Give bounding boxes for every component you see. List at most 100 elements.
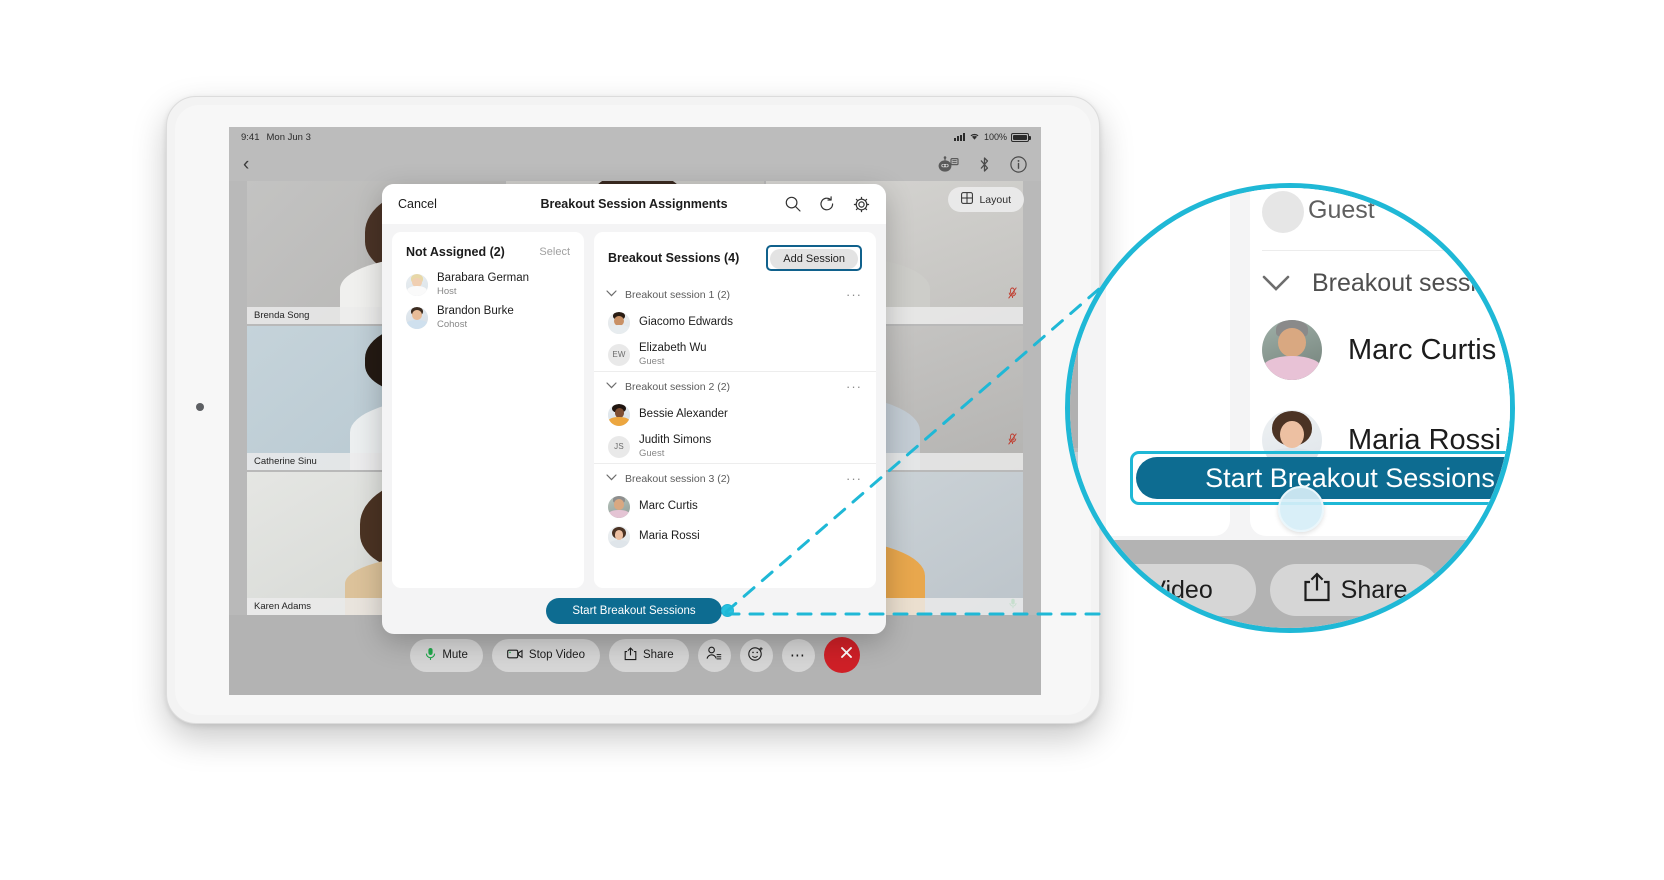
session-label: Breakout session 2 (2) [625, 380, 731, 393]
magnified-avatar [1262, 191, 1304, 233]
select-link[interactable]: Select [539, 246, 570, 258]
chevron-down-icon[interactable] [606, 381, 617, 392]
avatar [608, 496, 630, 519]
reactions-icon [748, 646, 764, 665]
wifi-icon [969, 132, 980, 143]
start-breakout-sessions-button[interactable]: Start Breakout Sessions [546, 598, 722, 624]
person-role: Guest [639, 355, 665, 367]
mute-button[interactable]: Mute [410, 638, 483, 672]
person-name: Maria Rossi [639, 530, 700, 543]
person-role: Host [437, 285, 457, 297]
avatar-initials: JS [614, 442, 624, 452]
chevron-down-icon[interactable] [1262, 268, 1290, 299]
breakout-sessions-title: Breakout Sessions (4) [608, 251, 740, 265]
app-top-bar: ‹ [229, 147, 1041, 181]
bluetooth-icon[interactable] [978, 156, 991, 173]
chevron-left-icon[interactable]: ‹ [243, 155, 249, 174]
video-camera-icon [507, 648, 523, 663]
session-header-row[interactable]: Breakout session 1 (2) ··· [594, 280, 876, 308]
mic-off-icon [1008, 287, 1017, 302]
magnified-share-label: Share [1340, 575, 1408, 604]
magnified-extra-button[interactable] [1454, 564, 1510, 616]
person-name: Brandon Burke [437, 305, 514, 318]
participants-icon [706, 646, 722, 664]
breakout-sessions-header: Breakout Sessions (4) Add Session [594, 232, 876, 280]
sessions-scroll-area[interactable]: Breakout session 1 (2) ··· Giacomo Edwar… [594, 280, 876, 588]
magnified-divider [1262, 250, 1510, 251]
grid-layout-icon [961, 192, 974, 207]
not-assigned-header: Not Assigned (2) Select [392, 232, 584, 268]
layout-button[interactable]: Layout [948, 187, 1024, 212]
modal-header: Cancel Breakout Session Assignments [382, 184, 886, 224]
layout-button-label: Layout [979, 193, 1011, 206]
magnified-guest-label: Guest [1308, 196, 1375, 224]
info-icon[interactable] [1010, 155, 1027, 173]
person-role: Cohost [437, 318, 468, 330]
avatar [608, 312, 630, 334]
person-name: Barabara German [437, 272, 530, 284]
list-item[interactable]: JS Judith Simons Guest [594, 430, 876, 463]
cursor-pointer-dot [721, 604, 734, 617]
add-session-button[interactable]: Add Session [770, 249, 858, 269]
mic-off-icon [1008, 432, 1017, 448]
session-overflow-icon[interactable]: ··· [846, 287, 862, 302]
share-button-label: Share [642, 649, 674, 661]
add-session-focus-ring: Add Session [766, 245, 862, 271]
avatar [406, 273, 428, 296]
list-item[interactable]: Giacomo Edwards [594, 308, 876, 338]
list-item[interactable]: Brandon Burke Cohost [392, 301, 584, 334]
session-header-row[interactable]: Breakout session 3 (2) ··· [594, 463, 876, 492]
list-item[interactable]: Marc Curtis [594, 492, 876, 522]
participants-button[interactable] [697, 638, 731, 672]
cancel-button[interactable]: Cancel [398, 197, 437, 211]
avatar: EW [608, 343, 630, 366]
list-item[interactable]: Barabara German Host [392, 268, 584, 301]
session-overflow-icon[interactable]: ··· [846, 471, 862, 486]
breakout-session-assignments-modal: Cancel Breakout Session Assignments Not … [382, 184, 886, 634]
share-button[interactable]: Share [608, 638, 689, 672]
end-call-button[interactable] [823, 637, 860, 673]
magnifier-callout: Guest Breakout session Marc Curtis Maria… [1065, 183, 1515, 633]
tile-name: Karen Adams [254, 600, 312, 612]
magnified-cursor-pointer [1278, 486, 1324, 532]
session-label: Breakout session 1 (2) [625, 288, 731, 301]
refresh-icon[interactable] [819, 196, 835, 213]
device-connect-icon[interactable] [937, 155, 959, 173]
session-overflow-icon[interactable]: ··· [846, 379, 862, 394]
magnified-start-breakout-sessions-button[interactable]: Start Breakout Sessions [1136, 457, 1510, 499]
tile-name: Catherine Sinu [254, 455, 317, 467]
avatar: JS [608, 435, 630, 458]
magnified-session-label: Breakout session [1312, 269, 1504, 297]
magnifier-content: Guest Breakout session Marc Curtis Maria… [1070, 188, 1510, 628]
breakout-sessions-panel: Breakout Sessions (4) Add Session Breako… [594, 232, 876, 588]
avatar [608, 526, 630, 549]
chevron-down-icon[interactable] [606, 473, 617, 484]
modal-footer: Start Breakout Sessions [382, 588, 886, 634]
session-header-row[interactable]: Breakout session 2 (2) ··· [594, 371, 876, 400]
stop-video-button[interactable]: Stop Video [491, 638, 600, 672]
person-name: Bessie Alexander [639, 408, 728, 421]
list-item[interactable]: EW Elizabeth Wu Guest [594, 338, 876, 371]
more-options-button[interactable]: ⋯ [781, 638, 815, 672]
magnified-video-button[interactable]: Video [1106, 564, 1256, 616]
avatar [608, 404, 630, 427]
magnified-share-button[interactable]: Share [1270, 564, 1440, 616]
front-camera-icon [196, 403, 204, 411]
magnified-list-item[interactable]: Marc Curtis [1262, 320, 1496, 380]
person-name: Elizabeth Wu [639, 342, 707, 354]
gear-icon[interactable] [853, 196, 870, 213]
avatar [1262, 320, 1322, 380]
mute-button-label: Mute [442, 649, 468, 661]
chevron-down-icon[interactable] [606, 289, 617, 300]
search-icon[interactable] [785, 196, 801, 213]
magnified-video-label: Video [1149, 575, 1213, 604]
list-item[interactable]: Bessie Alexander [594, 400, 876, 430]
screenshot-root: 9:41 Mon Jun 3 100% ‹ Brenda Song Cather… [0, 0, 1664, 880]
person-name: Judith Simons [639, 434, 712, 447]
magnified-session-header-row[interactable]: Breakout session [1262, 268, 1504, 299]
not-assigned-title: Not Assigned (2) [406, 245, 505, 259]
list-item[interactable]: Maria Rossi [594, 522, 876, 552]
reactions-button[interactable] [739, 638, 773, 672]
magnified-controls-bar: Video Share [1078, 540, 1510, 628]
not-assigned-panel: Not Assigned (2) Select Barabara German … [392, 232, 584, 588]
